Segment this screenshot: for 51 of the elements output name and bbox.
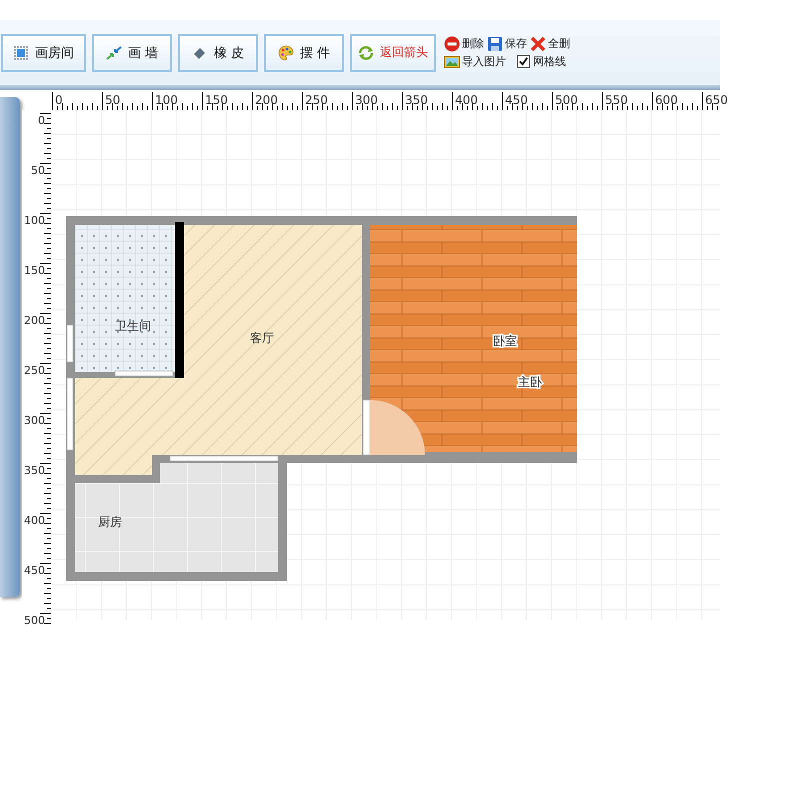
close-icon [530, 36, 546, 52]
ruler-label: 150 [205, 93, 228, 107]
ruler-label: 500 [555, 93, 578, 107]
action-button[interactable]: 删除 [444, 36, 484, 52]
ruler-label: 0 [38, 114, 45, 127]
room-label: 厨房 [98, 515, 122, 529]
ruler-label: 400 [24, 514, 45, 527]
ruler-label: 400 [455, 93, 478, 107]
ruler-label: 600 [655, 93, 678, 107]
ruler-label: 250 [305, 93, 328, 107]
refresh-icon [358, 44, 374, 60]
ruler-label: 350 [24, 464, 45, 477]
door-drawing [362, 400, 425, 456]
ruler-label: 450 [505, 93, 528, 107]
ruler-label: 100 [155, 93, 178, 107]
room-tag: 主卧 [518, 375, 542, 389]
room-label: 卫生间 [115, 319, 151, 333]
tool-button[interactable]: 返回箭头 [350, 34, 436, 72]
save-icon [487, 36, 503, 52]
room-label: 卧室 [493, 334, 517, 348]
ruler-label: 550 [605, 93, 628, 107]
ruler-label: 650 [705, 93, 728, 107]
ruler-label: 50 [31, 164, 45, 177]
ruler-label: 200 [255, 93, 278, 107]
ruler-label: 450 [24, 564, 45, 577]
tool-button[interactable]: 橡 皮 [178, 34, 258, 72]
grid-icon [13, 44, 29, 60]
ruler-label: 0 [55, 93, 63, 107]
delete-icon [444, 36, 460, 52]
ruler-label: 300 [355, 93, 378, 107]
action-button[interactable]: 导入图片 [444, 54, 506, 70]
ruler-label: 200 [24, 314, 45, 327]
checkbox[interactable] [517, 55, 530, 68]
tool-button[interactable]: 画 墙 [92, 34, 172, 72]
ruler-label: 250 [24, 364, 45, 377]
room-floor[interactable] [75, 225, 362, 475]
arrows-icon [106, 44, 122, 60]
room-label: 客厅 [250, 331, 274, 345]
action-button[interactable]: 保存 [487, 36, 527, 52]
picture-icon [444, 54, 460, 70]
ruler-label: 500 [24, 614, 45, 627]
action-button[interactable]: 全删 [530, 36, 570, 52]
ruler-label: 300 [24, 414, 45, 427]
ruler-label: 50 [105, 93, 120, 107]
ruler-label: 150 [24, 264, 45, 277]
ruler-label: 350 [405, 93, 428, 107]
grid-lines-checkbox[interactable]: 网格线 [517, 54, 566, 69]
tool-button[interactable]: 摆 件 [264, 34, 344, 72]
ruler-label: 100 [24, 214, 45, 227]
tool-button[interactable]: 画房间 [1, 34, 86, 72]
palette-icon [278, 44, 294, 60]
